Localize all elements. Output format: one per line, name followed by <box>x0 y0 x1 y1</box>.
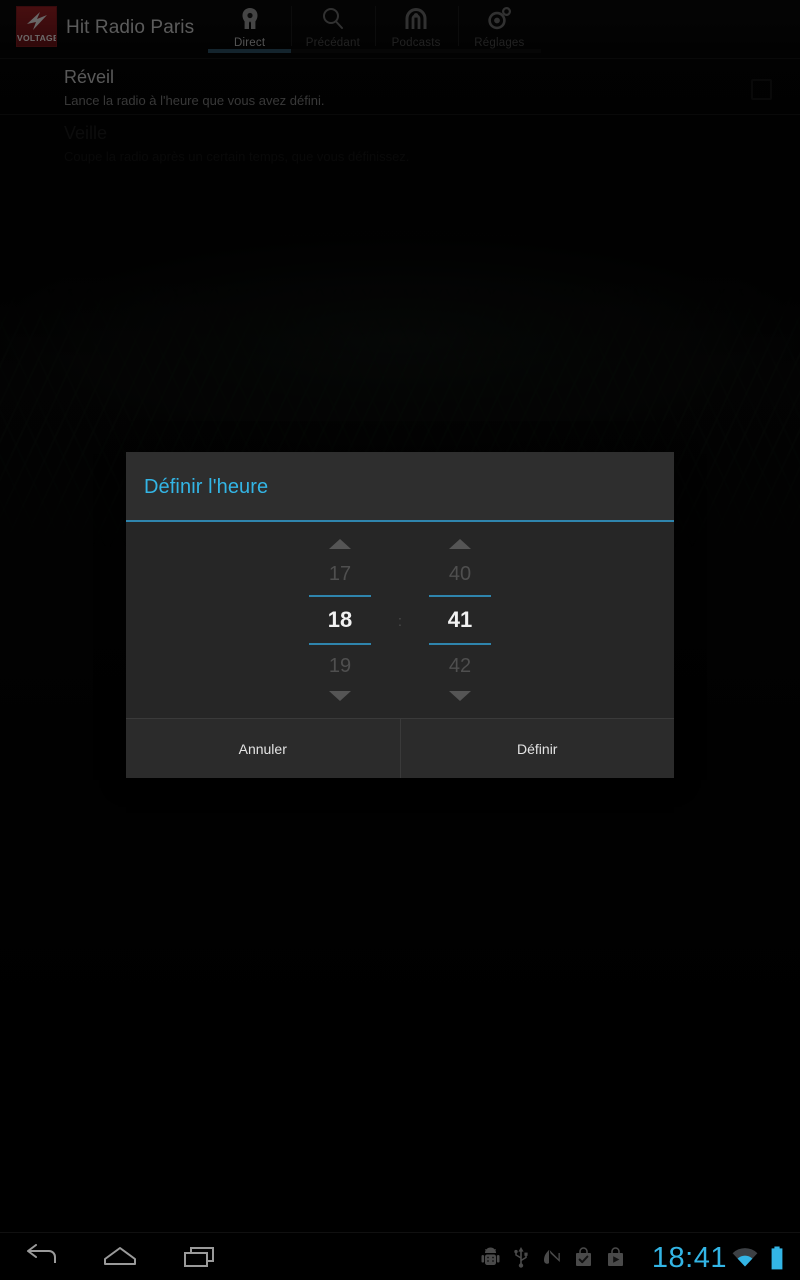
recent-apps-icon <box>184 1247 214 1267</box>
dialog-button-bar: Annuler Définir <box>126 718 674 778</box>
time-picker-body: 17 18 19 : 40 41 42 <box>126 522 674 718</box>
system-navigation-bar: 18:41 <box>0 1232 800 1280</box>
hour-next-value[interactable]: 19 <box>329 653 351 679</box>
android-debug-icon[interactable] <box>481 1247 500 1268</box>
check-bag-icon[interactable] <box>574 1246 593 1268</box>
back-arrow-icon <box>27 1244 56 1263</box>
home-icon <box>104 1247 136 1265</box>
hour-spinner: 17 18 19 <box>300 539 380 701</box>
hour-previous-value[interactable]: 17 <box>329 561 351 587</box>
recents-button[interactable] <box>160 1233 240 1280</box>
play-bag-icon[interactable] <box>606 1246 625 1268</box>
minute-next-value[interactable]: 42 <box>449 653 471 679</box>
usb-icon[interactable] <box>513 1246 529 1268</box>
minute-divider-top <box>429 595 491 597</box>
time-separator: : <box>397 612 403 630</box>
status-clock[interactable]: 18:41 <box>652 1242 727 1275</box>
cancel-button[interactable]: Annuler <box>126 719 400 778</box>
battery-full-icon[interactable] <box>770 1246 784 1275</box>
music-note-icon[interactable] <box>542 1247 561 1268</box>
screen: VOLTAGE Hit Radio Paris Direct <box>0 0 800 1280</box>
minute-increment-button[interactable] <box>449 539 471 549</box>
wifi-icon[interactable] <box>732 1248 758 1273</box>
home-button[interactable] <box>80 1233 160 1280</box>
status-icon-group <box>481 1233 625 1280</box>
time-picker-dialog: Définir l'heure 17 18 19 : 40 41 42 Annu… <box>126 452 674 778</box>
hour-decrement-button[interactable] <box>329 691 351 701</box>
minute-previous-value[interactable]: 40 <box>449 561 471 587</box>
minute-spinner: 40 41 42 <box>420 539 500 701</box>
dialog-titlebar: Définir l'heure <box>126 452 674 522</box>
minute-divider-bottom <box>429 643 491 645</box>
back-button[interactable] <box>0 1233 80 1280</box>
dialog-title: Définir l'heure <box>144 476 269 498</box>
hour-current-value[interactable]: 18 <box>328 605 352 635</box>
minute-decrement-button[interactable] <box>449 691 471 701</box>
minute-current-value[interactable]: 41 <box>448 605 472 635</box>
hour-divider-top <box>309 595 371 597</box>
confirm-button[interactable]: Définir <box>399 719 674 778</box>
hour-increment-button[interactable] <box>329 539 351 549</box>
hour-divider-bottom <box>309 643 371 645</box>
nav-button-group <box>0 1233 240 1280</box>
